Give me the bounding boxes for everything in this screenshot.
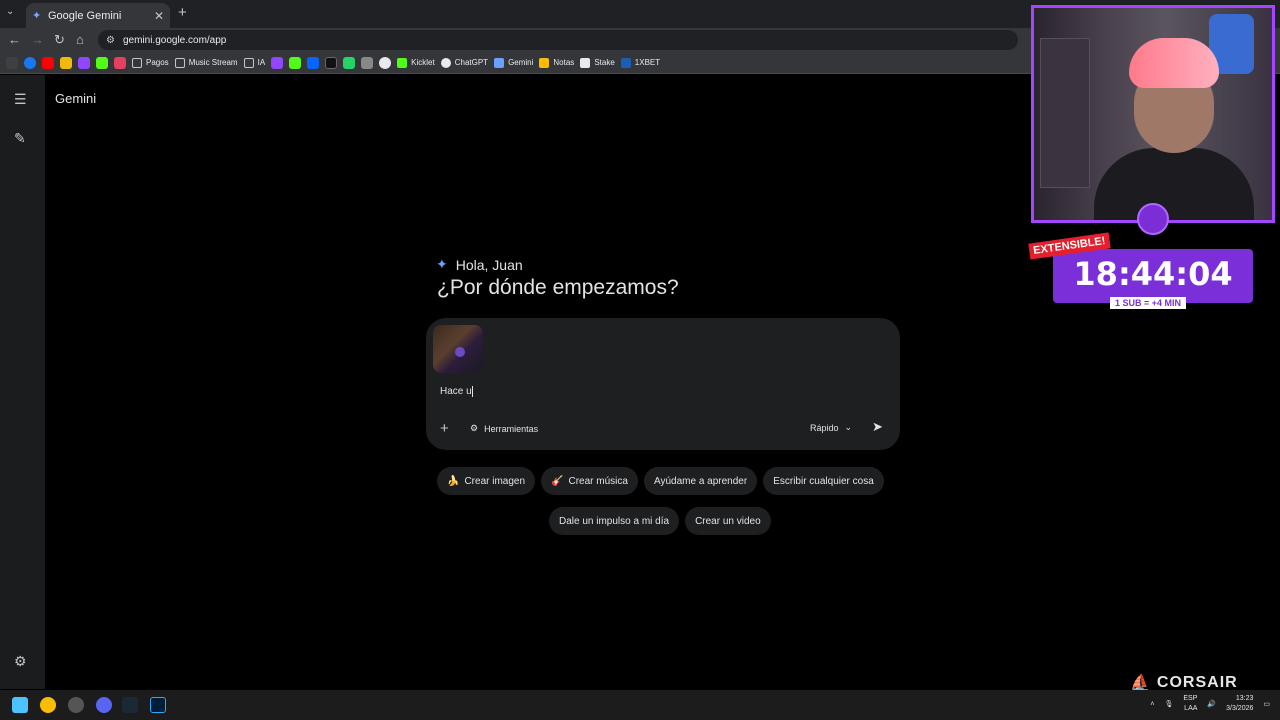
back-icon[interactable]: ← <box>8 32 21 47</box>
folder-icon <box>243 57 254 68</box>
tiktok-icon[interactable] <box>325 56 338 69</box>
forward-icon[interactable]: → <box>31 32 44 47</box>
suggestions-row-2: Dale un impulso a mi día Crear un video <box>549 507 771 535</box>
greeting: ✦ Hola, Juan <box>436 256 523 273</box>
page-headline: ¿Por dónde empezamos? <box>437 276 679 299</box>
timer-value: 18:44:04 <box>1073 255 1233 293</box>
streamer-hair <box>1129 38 1219 88</box>
thumbnail-figure <box>455 347 465 357</box>
gemini-favicon-icon: ✦ <box>32 9 42 22</box>
gemini-icon <box>494 57 505 68</box>
kick-icon[interactable] <box>289 56 302 69</box>
reload-icon[interactable]: ↻ <box>54 32 65 48</box>
windows-start-icon[interactable] <box>12 697 28 713</box>
site-info-icon[interactable]: ⚙ <box>106 35 115 46</box>
bookmark-stake[interactable]: Stake <box>580 57 615 68</box>
clock[interactable]: 13:23 3/3/2026 <box>1226 694 1253 714</box>
tab-google-gemini[interactable]: ✦ Google Gemini ✕ <box>26 3 170 28</box>
kick-icon[interactable] <box>96 56 108 69</box>
folder-icon <box>174 57 185 68</box>
apps-icon[interactable] <box>6 56 18 69</box>
settings-icon[interactable]: ⚙ <box>14 653 27 670</box>
prompt-input[interactable]: Hace u <box>440 386 473 397</box>
tools-label: Herramientas <box>484 423 539 434</box>
chevron-down-icon: ⌄ <box>844 422 853 432</box>
add-attachment-icon[interactable]: + <box>440 420 449 437</box>
mode-selector[interactable]: Rápido ⌄ <box>810 422 852 433</box>
bookmark-notas[interactable]: Notas <box>539 57 574 68</box>
url-text: gemini.google.com/app <box>122 34 227 46</box>
gemini-brand[interactable]: Gemini <box>55 91 96 106</box>
bookmark-chatgpt[interactable]: ChatGPT <box>440 57 488 68</box>
prompt-composer[interactable]: Hace u + ⚙ Herramientas Rápido ⌄ ➤ <box>426 318 900 450</box>
meta-icon[interactable] <box>307 56 320 69</box>
chrome-icon[interactable] <box>40 697 56 713</box>
streamer-badge-icon <box>1137 203 1169 235</box>
obs-icon[interactable] <box>68 697 84 713</box>
bookmark-1xbet[interactable]: 1XBET <box>620 57 660 68</box>
chatgpt-icon <box>440 57 451 68</box>
photoshop-icon[interactable] <box>150 697 166 713</box>
bookmark-kicklet[interactable]: Kicklet <box>397 57 435 68</box>
streamer-shirt <box>1094 148 1254 220</box>
send-icon[interactable]: ➤ <box>872 419 883 435</box>
greeting-text: Hola, Juan <box>455 256 523 273</box>
whatsapp-icon[interactable] <box>343 56 356 69</box>
chip-crear-imagen[interactable]: 🍌 Crear imagen <box>437 467 536 495</box>
new-tab-icon[interactable]: + <box>178 4 187 21</box>
bookmark-gemini[interactable]: Gemini <box>494 57 533 68</box>
1xbet-icon <box>620 57 631 68</box>
steam-icon[interactable] <box>122 697 138 713</box>
twitch-icon[interactable] <box>78 56 90 69</box>
webcam-overlay <box>1031 5 1275 223</box>
tools-icon: ⚙ <box>470 423 479 433</box>
twitch-icon[interactable] <box>271 56 284 69</box>
volume-icon[interactable]: 🔊 <box>1207 700 1216 708</box>
text-caret <box>471 386 473 397</box>
notification-icon[interactable]: ▭ <box>1263 700 1270 708</box>
chip-ayudame-aprender[interactable]: Ayúdame a aprender <box>643 467 758 495</box>
suggestions-row-1: 🍌 Crear imagen 🎸 Crear música Ayúdame a ap… <box>437 467 884 495</box>
shelf <box>1040 38 1090 188</box>
menu-icon[interactable]: ☰ <box>14 91 27 108</box>
language-indicator[interactable]: ESP LAA <box>1183 694 1197 714</box>
sub-rule-tag: 1 SUB = +4 MIN <box>1110 297 1187 309</box>
sidebar: ☰ ✎ ⚙ <box>0 75 45 689</box>
close-tab-icon[interactable]: ✕ <box>154 9 164 23</box>
new-chat-icon[interactable]: ✎ <box>14 130 26 147</box>
mic-icon[interactable]: 🎙 <box>1165 700 1174 708</box>
binance-icon[interactable] <box>60 56 72 69</box>
mode-label: Rápido <box>810 422 839 433</box>
subathon-timer: 18:44:04 <box>1053 249 1253 303</box>
facebook-icon[interactable] <box>24 56 36 69</box>
address-bar[interactable]: ⚙ gemini.google.com/app <box>98 30 1018 50</box>
tools-button[interactable]: ⚙ Herramientas <box>470 423 538 434</box>
bookmark-ia[interactable]: IA <box>243 57 265 68</box>
bookmark-music-stream[interactable]: Music Stream <box>174 57 238 68</box>
taskbar: ˄ 🎙 ESP LAA 🔊 13:23 3/3/2026 ▭ <box>0 690 1280 720</box>
home-icon[interactable]: ⌂ <box>76 32 84 47</box>
gemini-spark-icon: ✦ <box>436 256 448 272</box>
stake-icon <box>580 57 591 68</box>
chip-escribir[interactable]: Escribir cualquier cosa <box>763 467 884 495</box>
youtube-icon[interactable] <box>42 56 54 69</box>
gmail-icon[interactable] <box>114 56 126 69</box>
notes-icon <box>539 57 550 68</box>
kicklet-icon <box>397 57 408 68</box>
misc-icon[interactable] <box>361 56 374 69</box>
chip-impulso[interactable]: Dale un impulso a mi día <box>549 507 680 535</box>
discord-icon[interactable] <box>96 697 112 713</box>
tab-search-icon[interactable]: ⌄ <box>6 6 14 17</box>
tab-title: Google Gemini <box>48 9 122 22</box>
folder-icon <box>132 57 142 68</box>
attached-image-thumbnail[interactable] <box>433 325 483 373</box>
chip-crear-video[interactable]: Crear un video <box>685 507 771 535</box>
bookmark-pagos[interactable]: Pagos <box>132 57 169 68</box>
diamond-icon[interactable] <box>379 56 392 69</box>
chevron-up-icon[interactable]: ˄ <box>1150 701 1154 708</box>
system-tray: ˄ 🎙 ESP LAA 🔊 13:23 3/3/2026 ▭ <box>1150 694 1270 714</box>
chip-crear-musica[interactable]: 🎸 Crear música <box>541 467 638 495</box>
